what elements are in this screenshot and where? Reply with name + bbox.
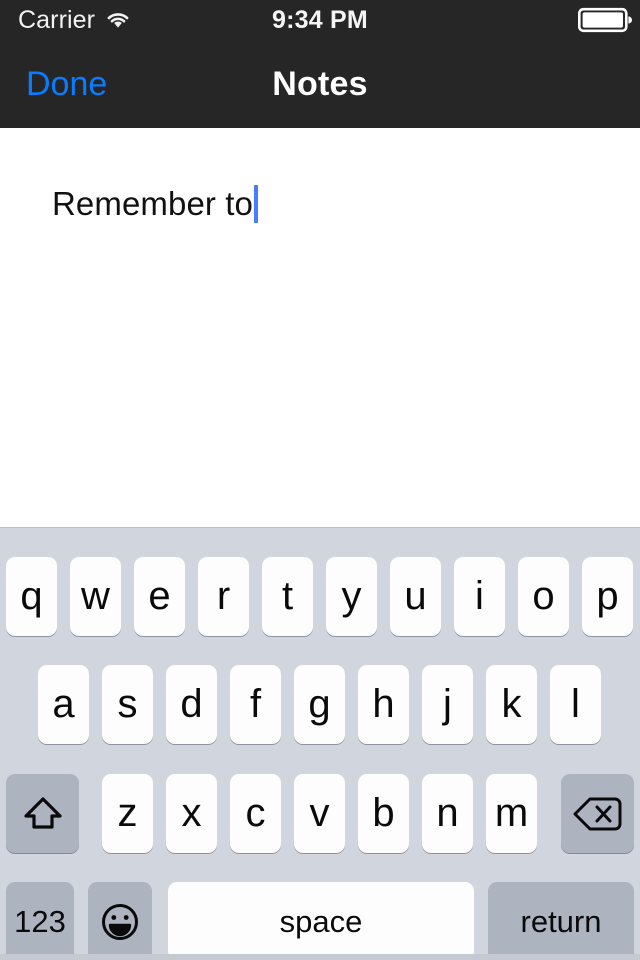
key-b[interactable]: b xyxy=(358,774,409,853)
key-r[interactable]: r xyxy=(198,557,249,636)
key-g[interactable]: g xyxy=(294,665,345,744)
shift-arrow-icon xyxy=(21,792,65,836)
key-j[interactable]: j xyxy=(422,665,473,744)
keyboard-bottom-strip xyxy=(0,954,640,960)
key-o[interactable]: o xyxy=(518,557,569,636)
key-d[interactable]: d xyxy=(166,665,217,744)
key-i[interactable]: i xyxy=(454,557,505,636)
note-body-text: Remember to xyxy=(52,185,254,222)
onscreen-keyboard: q w e r t y u i o p a s d f g h j k l z … xyxy=(0,527,640,960)
status-bar-time: 9:34 PM xyxy=(272,5,368,34)
key-s[interactable]: s xyxy=(102,665,153,744)
key-q[interactable]: q xyxy=(6,557,57,636)
key-l[interactable]: l xyxy=(550,665,601,744)
key-u[interactable]: u xyxy=(390,557,441,636)
navigation-bar: Done Notes xyxy=(0,40,640,128)
key-a[interactable]: a xyxy=(38,665,89,744)
key-c[interactable]: c xyxy=(230,774,281,853)
numbers-key[interactable]: 123 xyxy=(6,882,74,960)
key-f[interactable]: f xyxy=(230,665,281,744)
smiley-face-icon xyxy=(98,900,142,944)
backspace-key[interactable] xyxy=(561,774,634,853)
note-text-line: Remember to xyxy=(52,184,640,224)
shift-key[interactable] xyxy=(6,774,79,853)
keyboard-row-1: q w e r t y u i o p xyxy=(0,557,640,636)
key-y[interactable]: y xyxy=(326,557,377,636)
keyboard-row-4: 123 space return xyxy=(0,882,640,960)
key-n[interactable]: n xyxy=(422,774,473,853)
iphone-screen: Carrier 9:34 PM Done Notes Remember to q… xyxy=(0,0,640,960)
key-p[interactable]: p xyxy=(582,557,633,636)
keyboard-row-3: z x c v b n m xyxy=(0,774,640,853)
key-m[interactable]: m xyxy=(486,774,537,853)
return-key[interactable]: return xyxy=(488,882,634,960)
key-v[interactable]: v xyxy=(294,774,345,853)
emoji-key[interactable] xyxy=(88,882,152,960)
text-caret xyxy=(254,184,259,223)
space-key[interactable]: space xyxy=(168,882,474,960)
key-x[interactable]: x xyxy=(166,774,217,853)
status-bar-right xyxy=(578,0,632,40)
battery-full-icon xyxy=(578,7,632,33)
note-text-area[interactable]: Remember to xyxy=(0,128,640,527)
key-z[interactable]: z xyxy=(102,774,153,853)
backspace-delete-icon xyxy=(572,794,624,834)
status-bar: Carrier 9:34 PM xyxy=(0,0,640,40)
key-h[interactable]: h xyxy=(358,665,409,744)
key-k[interactable]: k xyxy=(486,665,537,744)
page-title: Notes xyxy=(272,64,368,103)
key-t[interactable]: t xyxy=(262,557,313,636)
key-w[interactable]: w xyxy=(70,557,121,636)
key-e[interactable]: e xyxy=(134,557,185,636)
keyboard-row-2: a s d f g h j k l xyxy=(0,665,640,744)
